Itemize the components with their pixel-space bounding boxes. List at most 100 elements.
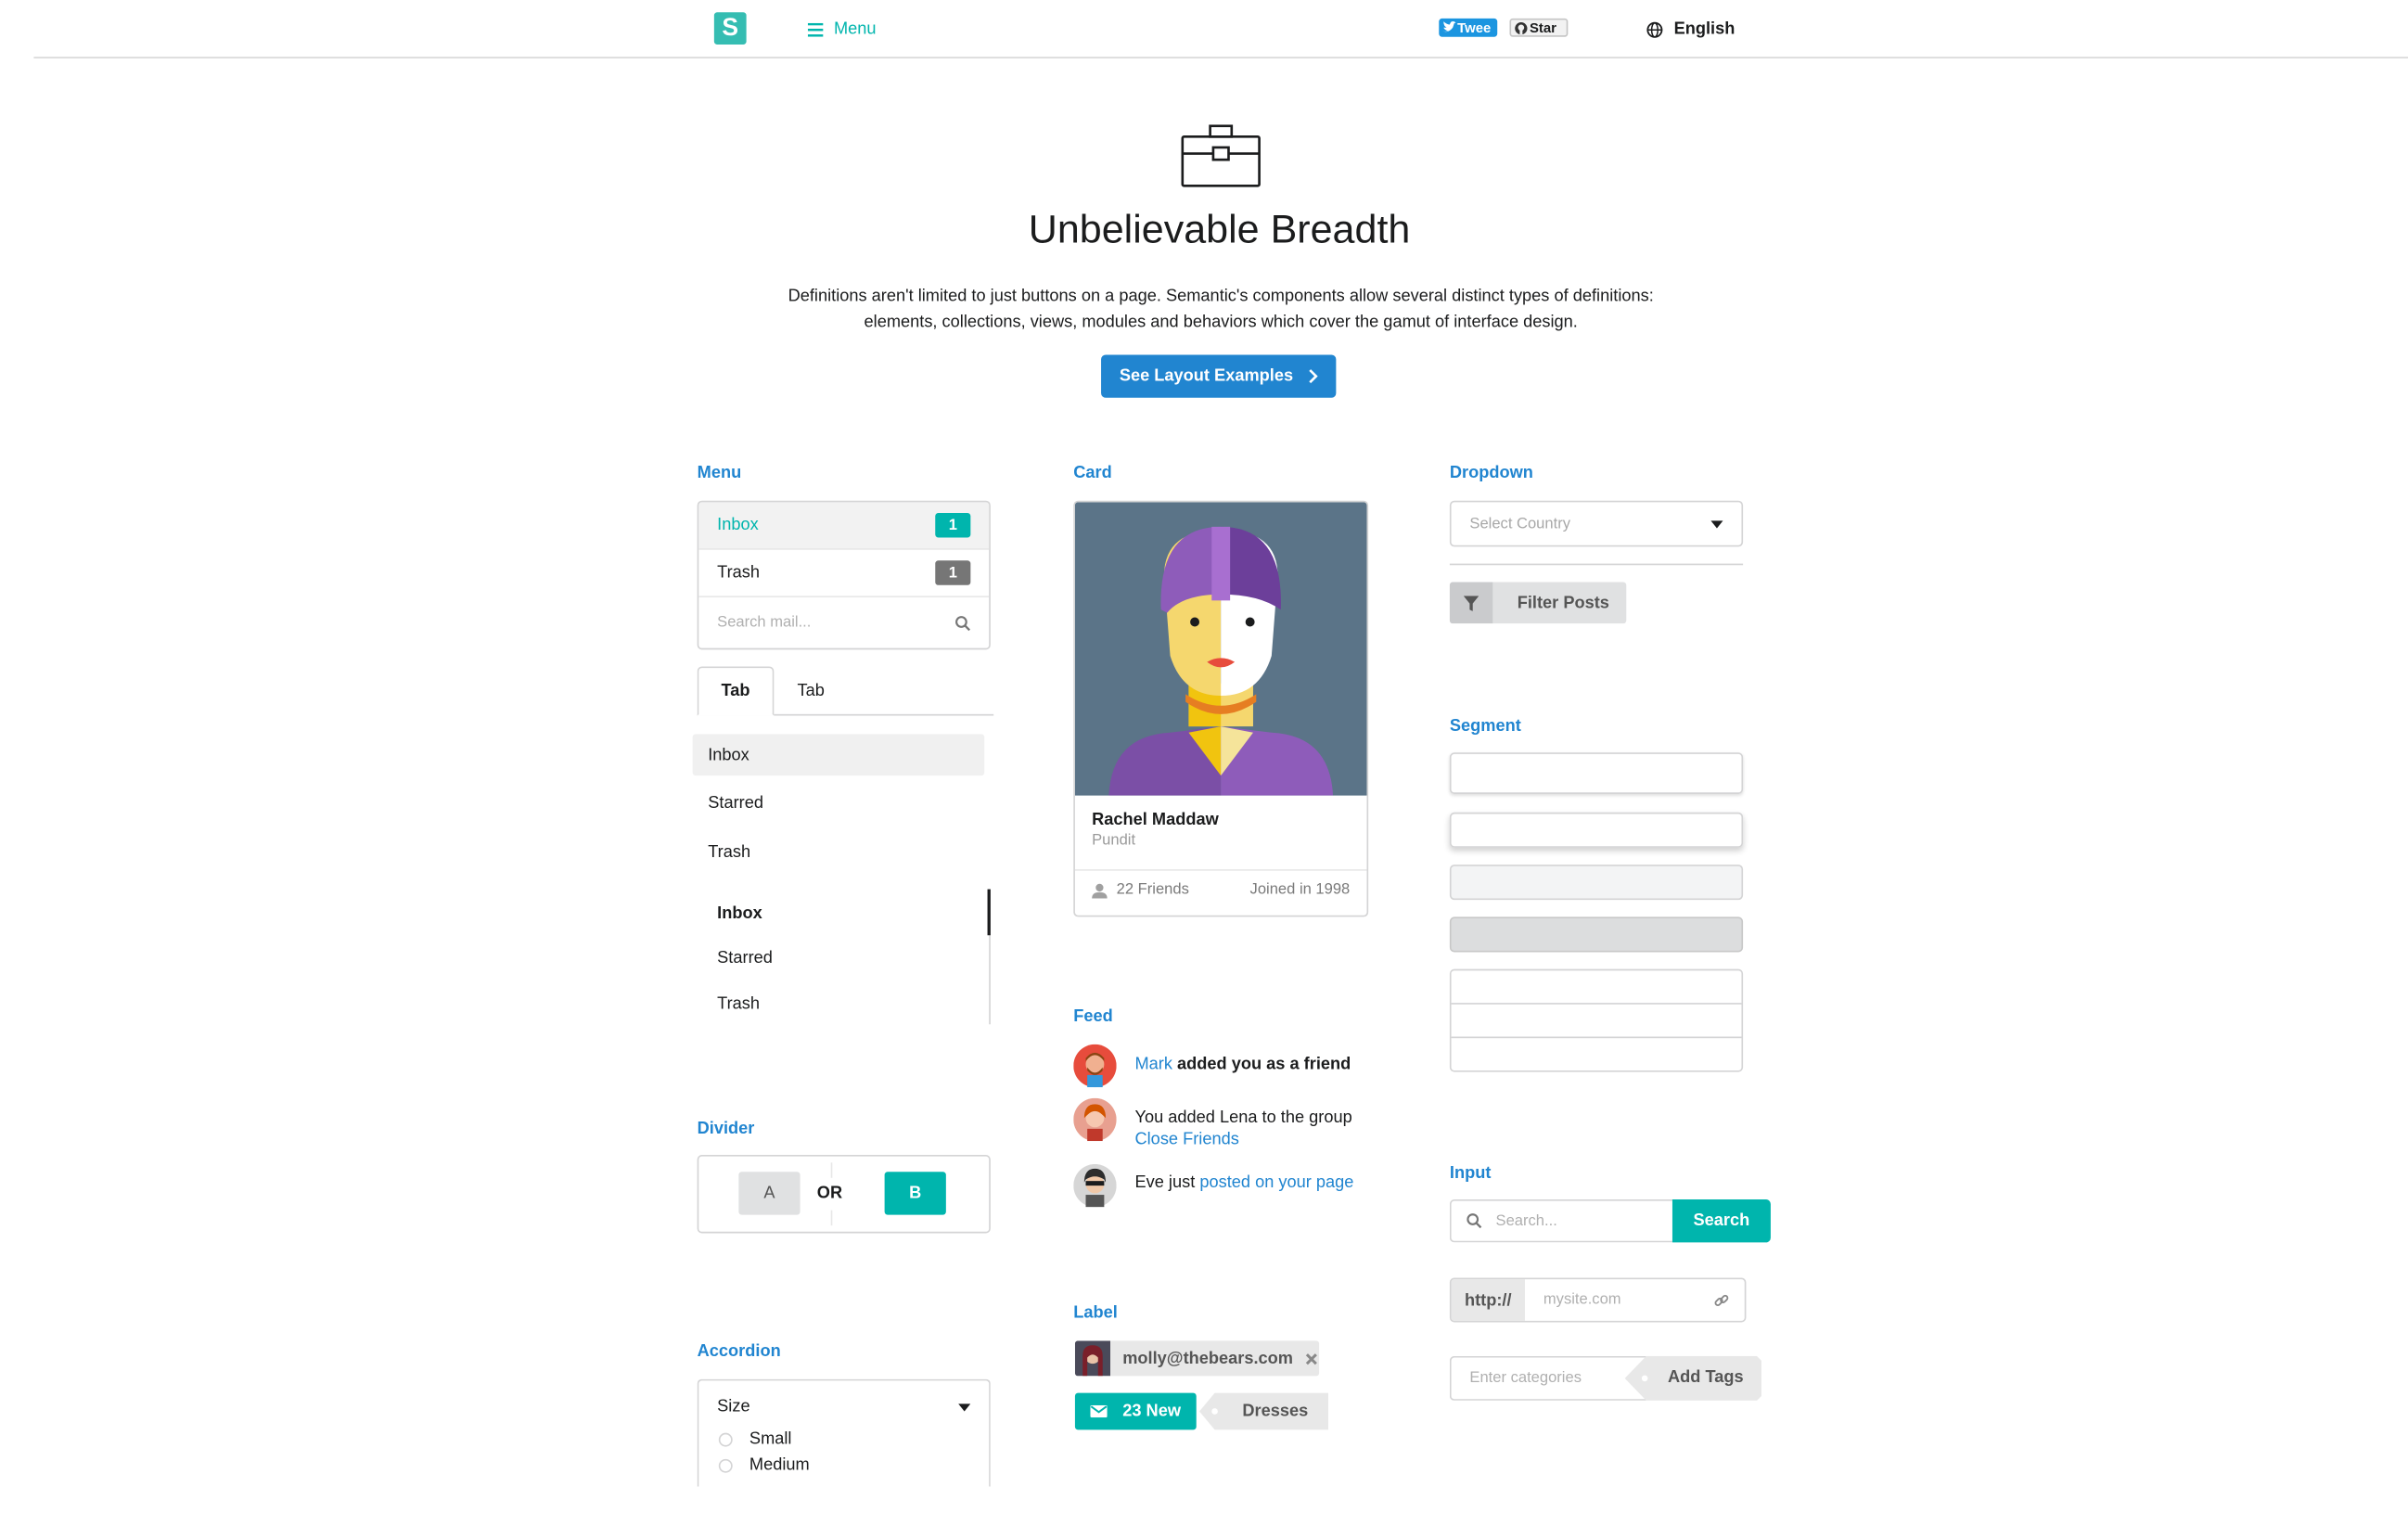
user-icon: [1092, 882, 1108, 898]
add-tags-button[interactable]: Add Tags: [1668, 1368, 1744, 1387]
mail-search-input[interactable]: Search mail...: [717, 614, 811, 631]
segment-group-item-1: [1451, 970, 1742, 1005]
button-a-label: A: [763, 1184, 775, 1203]
new-mail-label[interactable]: 23 New: [1074, 1392, 1197, 1430]
page-title: Unbelievable Breadth: [1028, 205, 1411, 252]
dropdown-section-title: Dropdown: [1449, 463, 1533, 482]
filter-icon: [1449, 582, 1493, 624]
card-name: Rachel Maddaw: [1092, 811, 1219, 830]
mail-search[interactable]: Search mail...: [698, 597, 989, 648]
card-meta: Pundit: [1092, 832, 1136, 850]
button-a[interactable]: A: [738, 1172, 801, 1215]
avatar-molly: [1074, 1340, 1110, 1377]
tags-input: Enter categories Add Tags: [1449, 1355, 1761, 1401]
menu-toggle[interactable]: Menu: [807, 19, 877, 40]
secondary-menu-item-inbox[interactable]: Inbox: [717, 904, 762, 923]
tab-active-label: Tab: [721, 682, 750, 700]
menu-item-inbox[interactable]: Inbox 1: [698, 502, 990, 550]
language-selector[interactable]: English: [1646, 17, 1736, 41]
secondary-menu-item-trash[interactable]: Trash: [717, 995, 760, 1014]
tag-label-dresses[interactable]: Dresses: [1242, 1403, 1308, 1421]
country-dropdown-placeholder: Select Country: [1469, 515, 1571, 532]
search-button[interactable]: Search: [1672, 1199, 1771, 1243]
menu-item-trash-label: Trash: [717, 563, 761, 583]
card-friends[interactable]: 22 Friends: [1092, 881, 1189, 899]
input-section-title: Input: [1449, 1163, 1492, 1183]
inbox-count-badge: 1: [935, 512, 971, 538]
tab-inactive-label: Tab: [797, 682, 825, 700]
chevron-right-icon: [1309, 368, 1318, 384]
filter-posts-button[interactable]: Filter Posts: [1449, 582, 1627, 624]
accordion-option-medium-label: Medium: [749, 1455, 810, 1475]
feed-section-title: Feed: [1073, 1007, 1113, 1026]
email-label-text: molly@thebears.com: [1122, 1349, 1293, 1368]
feed-event-2-text: You added Lena to the group: [1134, 1109, 1352, 1128]
tab-inactive[interactable]: Tab: [777, 667, 845, 716]
menu-section-title: Menu: [697, 463, 742, 482]
feed-event-3: Eve just posted on your page: [1134, 1173, 1353, 1192]
avatar-mark[interactable]: [1073, 1044, 1117, 1088]
email-label[interactable]: molly@thebears.com: [1074, 1340, 1320, 1377]
segment-raised: [1449, 812, 1744, 848]
star-label: Star: [1529, 19, 1556, 36]
accordion-option-small[interactable]: Small: [718, 1429, 791, 1448]
feed-user-link[interactable]: Mark: [1134, 1055, 1172, 1073]
dropdown-caret-icon: [1710, 519, 1723, 528]
url-field-placeholder: mysite.com: [1543, 1291, 1621, 1309]
feed-group-link[interactable]: Close Friends: [1134, 1131, 1238, 1149]
hamburger-icon: [807, 22, 824, 36]
profile-card[interactable]: Rachel Maddaw Pundit 22 Friends Joined i…: [1073, 500, 1369, 917]
card-section-title: Card: [1073, 463, 1112, 482]
menu-item-trash[interactable]: Trash 1: [698, 550, 990, 598]
tweet-button[interactable]: Twee: [1439, 18, 1498, 37]
vertical-menu-item-starred[interactable]: Starred: [708, 794, 763, 813]
github-icon: [1514, 20, 1528, 34]
caret-down-icon: [958, 1403, 971, 1411]
radio-medium[interactable]: [718, 1457, 733, 1472]
card-friends-label: 22 Friends: [1116, 881, 1189, 899]
logo-letter: S: [722, 14, 739, 41]
close-icon[interactable]: [1305, 1352, 1317, 1365]
github-star-button[interactable]: Star: [1509, 18, 1569, 37]
feed-post-link[interactable]: posted on your page: [1199, 1173, 1353, 1192]
secondary-menu-active-marker: [987, 889, 991, 936]
vertical-menu-item-inbox[interactable]: Inbox: [692, 734, 985, 776]
see-layout-examples-button[interactable]: See Layout Examples: [1101, 354, 1337, 398]
dropdown-separator: [1449, 563, 1744, 566]
segment-tertiary: [1449, 916, 1744, 953]
top-bar: [33, 0, 2408, 58]
trash-count-badge: 1: [935, 560, 971, 585]
hero-description-line-2: elements, collections, views, modules an…: [864, 313, 1578, 332]
language-label: English: [1673, 19, 1736, 39]
url-field[interactable]: mysite.com: [1525, 1279, 1745, 1321]
search-icon: [955, 615, 971, 631]
tags-field-placeholder: Enter categories: [1469, 1369, 1582, 1388]
card-joined: Joined in 1998: [1249, 881, 1351, 899]
tab-active[interactable]: Tab: [697, 666, 775, 716]
radio-small[interactable]: [718, 1431, 733, 1446]
label-section-title: Label: [1073, 1303, 1118, 1323]
see-layout-examples-label: See Layout Examples: [1119, 366, 1294, 386]
search-field[interactable]: Search...: [1449, 1199, 1672, 1243]
search-icon: [1467, 1213, 1482, 1229]
accordion-header-size[interactable]: Size: [698, 1380, 989, 1432]
tweet-label: Twee: [1457, 19, 1492, 36]
avatar-eve[interactable]: [1073, 1163, 1117, 1208]
accordion-option-medium[interactable]: Medium: [718, 1455, 810, 1475]
country-dropdown[interactable]: Select Country: [1449, 500, 1744, 547]
search-field-placeholder: Search...: [1495, 1212, 1557, 1230]
segment-basic: [1449, 752, 1744, 794]
avatar-lena[interactable]: [1073, 1097, 1117, 1142]
logo[interactable]: S: [713, 12, 747, 45]
filter-posts-label: Filter Posts: [1517, 593, 1609, 612]
accordion-header-label: Size: [717, 1397, 750, 1416]
divider-section-title: Divider: [697, 1119, 755, 1138]
segment-group-item-2: [1451, 1005, 1742, 1039]
secondary-menu-item-starred[interactable]: Starred: [717, 949, 773, 968]
feed-event-1-text: added you as a friend: [1177, 1055, 1351, 1074]
vertical-menu-item-trash[interactable]: Trash: [708, 843, 750, 862]
button-b[interactable]: B: [884, 1172, 946, 1215]
menu-toggle-label: Menu: [833, 19, 877, 39]
briefcase-icon: [1181, 124, 1261, 189]
tags-field[interactable]: Enter categories: [1449, 1355, 1646, 1401]
